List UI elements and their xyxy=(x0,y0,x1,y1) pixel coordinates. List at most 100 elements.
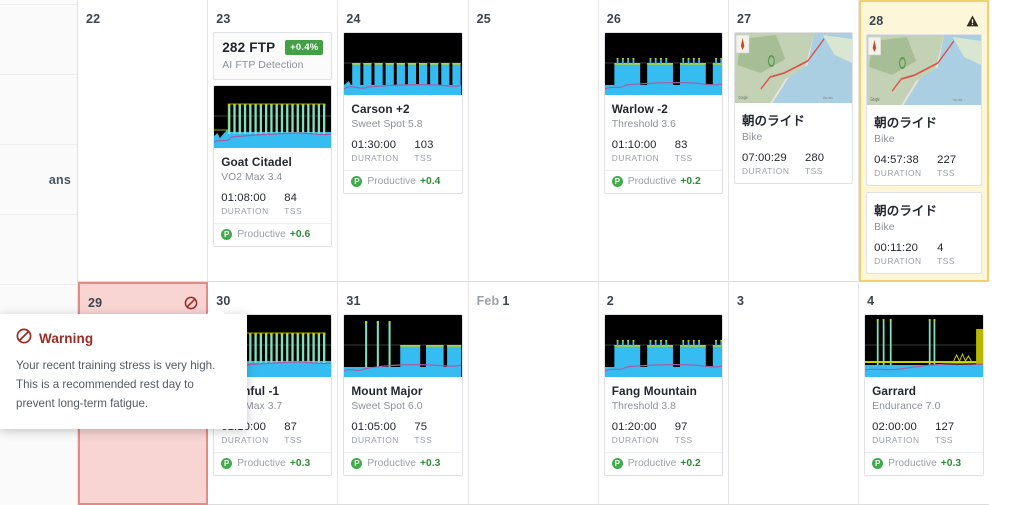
workout-title: Warlow -2 xyxy=(611,102,668,116)
tooltip-header: Warning xyxy=(16,328,231,349)
day-number-text: 2 xyxy=(606,294,614,308)
duration-label: DURATION xyxy=(874,168,922,178)
tss-value: 84 xyxy=(284,192,297,204)
card-body: Carson +2 Sweet Spot 5.8 01:30:00 DURATION 1… xyxy=(344,95,461,170)
duration-stat: 01:30:00 DURATION xyxy=(351,139,414,163)
tss-value: 280 xyxy=(804,152,825,164)
warning-triangle-icon[interactable] xyxy=(966,15,979,27)
duration-stat: 04:57:38 DURATION xyxy=(874,154,937,178)
productive-delta: +0.3 xyxy=(420,458,441,469)
workout-card[interactable]: Google Map data 朝のライド Bike 07:00:29 DURATION 2… xyxy=(733,32,854,184)
day-number-text: 4 xyxy=(867,294,875,308)
warning-tooltip: Warning Your recent training stress is v… xyxy=(0,305,247,430)
workout-title: 朝のライド xyxy=(874,204,938,218)
duration-value: 00:11:20 xyxy=(874,242,919,254)
card-footer: P Productive +0.3 xyxy=(214,452,332,475)
calendar-day-cell[interactable]: 23 282 FTP +0.4% AI FTP Detection Goat Citad… xyxy=(208,0,339,282)
workout-subtitle: Threshold 3.6 xyxy=(611,119,677,130)
calendar-day-cell[interactable]: Feb 1 xyxy=(468,282,599,505)
calendar-day-cell[interactable]: 4 Garrard Endurance 7.0 02:00:00 DURATION 127… xyxy=(859,282,990,505)
duration-label: DURATION xyxy=(221,206,269,216)
workout-card[interactable]: Garrard Endurance 7.0 02:00:00 DURATION 127 T… xyxy=(864,314,985,476)
workout-graph-thumbnail[interactable] xyxy=(214,86,332,148)
tss-value: 75 xyxy=(414,421,428,433)
card-footer: P Productive +0.2 xyxy=(604,170,722,193)
card-footer: P Productive +0.6 xyxy=(214,223,332,246)
tss-stat: 280 TSS xyxy=(805,152,824,176)
day-number: 26 xyxy=(604,0,723,32)
calendar-day-cell[interactable]: 3 xyxy=(728,282,860,505)
month-label: Feb xyxy=(476,294,500,308)
productive-delta: +0.2 xyxy=(680,176,701,187)
route-map-thumbnail[interactable]: Google Map data xyxy=(734,33,853,103)
tss-label: TSS xyxy=(674,153,693,163)
workout-subtitle: VO2 Max 3.4 xyxy=(221,172,283,183)
duration-stat: 01:05:00 DURATION xyxy=(351,421,414,445)
workout-card[interactable]: Goat Citadel VO2 Max 3.4 01:08:00 DURATION 8… xyxy=(213,85,333,247)
productive-delta: +0.2 xyxy=(680,458,701,469)
day-number-text: 23 xyxy=(216,12,231,26)
tss-label: TSS xyxy=(414,435,433,445)
day-number-text: 25 xyxy=(476,12,491,26)
duration-label: DURATION xyxy=(872,435,920,445)
svg-text:Google: Google xyxy=(738,94,748,100)
tooltip-line-2: This is a recommended rest day to xyxy=(16,377,194,391)
workout-subtitle: Bike xyxy=(874,134,895,145)
workout-card[interactable]: Warlow -2 Threshold 3.6 01:10:00 DURATION 83… xyxy=(603,32,723,194)
day-number-text: 27 xyxy=(736,12,752,26)
calendar-day-cell[interactable]: 27 Google Map data 朝のライド Bike 07:00:29 DURATIO… xyxy=(728,0,860,282)
ftp-detection-card[interactable]: 282 FTP +0.4% AI FTP Detection xyxy=(213,32,333,80)
day-number: 4 xyxy=(864,282,984,314)
duration-value: 01:30:00 xyxy=(351,139,397,151)
tss-value: 127 xyxy=(935,421,955,433)
workout-card[interactable]: Fang Mountain Threshold 3.8 01:20:00 DURATI… xyxy=(603,314,723,476)
workout-stats: 04:57:38 DURATION 227 TSS xyxy=(874,154,974,178)
workout-title: 朝のライド xyxy=(874,116,938,130)
calendar-day-cell[interactable]: 24 Carson +2 Sweet Spot 5.8 01:30:00 DURATIO… xyxy=(338,0,469,282)
calendar-day-cell[interactable]: 25 xyxy=(468,0,599,282)
tss-value: 4 xyxy=(937,242,944,254)
calendar-day-cell[interactable]: 28 Google Map data 朝のライド Bike 04:57:38 DURATIO… xyxy=(859,0,990,282)
card-body: Goat Citadel VO2 Max 3.4 01:08:00 DURATION 8… xyxy=(214,148,331,223)
tss-stat: 227 TSS xyxy=(937,154,956,178)
no-entry-icon[interactable] xyxy=(184,296,198,310)
card-body: Garrard Endurance 7.0 02:00:00 DURATION 127 T… xyxy=(865,377,983,452)
card-body: Warlow -2 Threshold 3.6 01:10:00 DURATION 83… xyxy=(605,95,722,170)
calendar-day-cell[interactable]: 31 Mount Major Sweet Spot 6.0 01:05:00 DURAT… xyxy=(338,282,469,505)
day-number: 31 xyxy=(343,282,462,314)
tss-stat: 97 TSS xyxy=(675,421,693,445)
day-number: 30 xyxy=(213,282,332,314)
calendar-day-cell[interactable]: 2 Fang Mountain Threshold 3.8 01:20:00 DURAT… xyxy=(598,282,729,505)
workout-subtitle: Sweet Spot 5.8 xyxy=(351,119,423,130)
workout-title: Fang Mountain xyxy=(611,384,697,398)
tooltip-arrow xyxy=(207,305,225,314)
workout-card[interactable]: Google Map data 朝のライド Bike 04:57:38 DURATION 2… xyxy=(866,34,983,186)
productive-icon: P xyxy=(611,458,623,469)
day-number: 28 xyxy=(866,2,982,34)
calendar-day-cell[interactable]: 22 xyxy=(78,0,209,282)
workout-subtitle: Threshold 3.8 xyxy=(611,401,677,412)
tooltip-line-1: Your recent training stress is very high… xyxy=(16,359,216,372)
card-footer: P Productive +0.3 xyxy=(344,452,462,475)
workout-graph-thumbnail[interactable] xyxy=(604,33,722,95)
workout-title: 朝のライド xyxy=(741,114,805,128)
tss-value: 87 xyxy=(284,421,297,433)
route-map-thumbnail[interactable]: Google Map data xyxy=(867,35,982,105)
workout-graph-thumbnail[interactable] xyxy=(865,315,984,377)
productive-delta: +0.4 xyxy=(420,176,441,187)
tss-label: TSS xyxy=(935,435,954,445)
workout-graph-thumbnail[interactable] xyxy=(344,315,462,377)
workout-card[interactable]: 朝のライド Bike 00:11:20 DURATION 4 TSS xyxy=(866,192,983,274)
duration-label: DURATION xyxy=(351,435,399,445)
workout-graph-thumbnail[interactable] xyxy=(344,33,462,95)
duration-label: DURATION xyxy=(221,435,269,445)
sidebar-row-plans[interactable]: ans xyxy=(0,145,77,215)
day-number: 29 xyxy=(85,284,201,316)
workout-graph-thumbnail[interactable] xyxy=(604,315,722,377)
workout-card[interactable]: Mount Major Sweet Spot 6.0 01:05:00 DURATIO… xyxy=(343,314,463,476)
duration-stat: 01:20:00 DURATION xyxy=(612,421,675,445)
ftp-row: 282 FTP +0.4% xyxy=(222,40,324,55)
workout-card[interactable]: Carson +2 Sweet Spot 5.8 01:30:00 DURATION 1… xyxy=(343,32,463,194)
duration-stat: 01:10:00 DURATION xyxy=(612,139,675,163)
calendar-day-cell[interactable]: 26 Warlow -2 Threshold 3.6 01:10:00 DURATION… xyxy=(598,0,729,282)
